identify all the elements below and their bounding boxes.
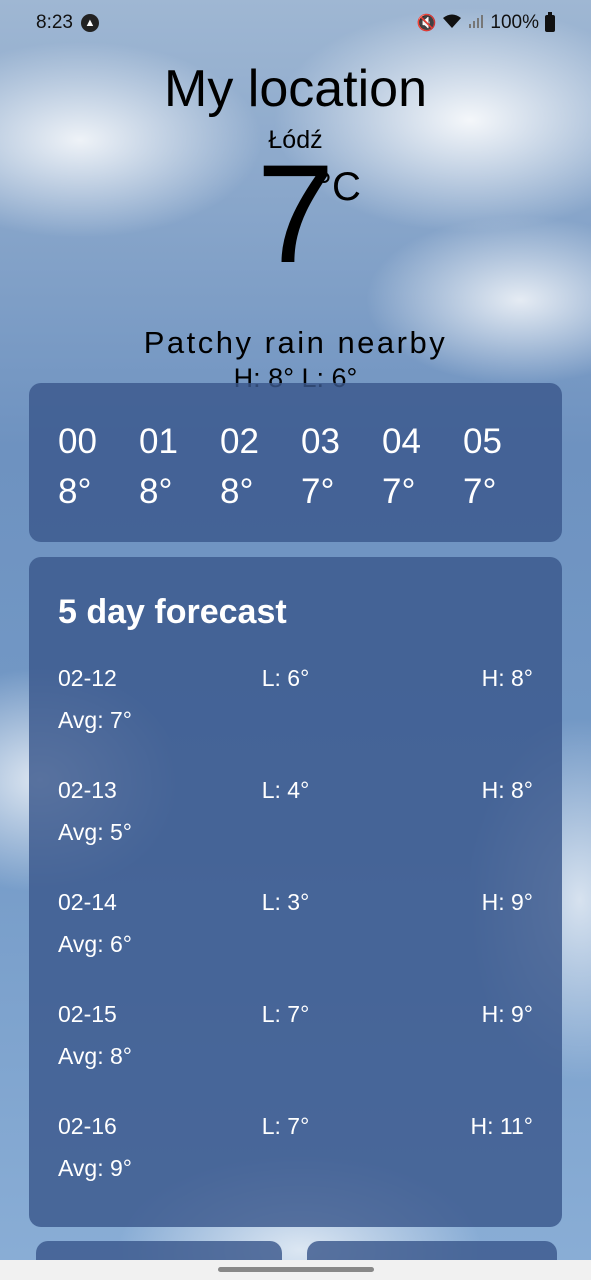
forecast-high: H: 11° xyxy=(470,1113,533,1139)
forecast-high: H: 9° xyxy=(481,889,533,915)
forecast-average: Avg: 8° xyxy=(58,1043,132,1069)
forecast-day-row: 02-14 L: 3° H: 9° xyxy=(58,889,533,931)
hour-temperature: 8° xyxy=(139,472,173,511)
forecast-date: 02-12 xyxy=(58,665,117,691)
next-card-left[interactable] xyxy=(36,1241,282,1261)
forecast-date: 02-16 xyxy=(58,1113,117,1139)
hour-item: 05 7° xyxy=(463,417,544,517)
next-card-right[interactable] xyxy=(307,1241,557,1261)
current-weather: My location Łódź 7 °C Patchy rain nearby… xyxy=(0,58,591,394)
hour-time: 03 xyxy=(301,422,340,461)
forecast-day-row: 02-12 L: 6° H: 8° xyxy=(58,665,533,707)
hour-time: 05 xyxy=(463,422,502,461)
hourly-forecast-card[interactable]: 00 8° 01 8° 02 8° 03 7° 04 7° 05 7° xyxy=(29,383,562,542)
hour-temperature: 7° xyxy=(382,472,416,511)
hour-item: 00 8° xyxy=(58,417,139,517)
battery-icon xyxy=(545,11,555,32)
hour-item: 02 8° xyxy=(220,417,301,517)
hour-time: 01 xyxy=(139,422,178,461)
mute-icon: 🔇 xyxy=(416,15,437,32)
forecast-title: 5 day forecast xyxy=(58,593,287,631)
forecast-day-row: 02-13 L: 4° H: 8° xyxy=(58,777,533,819)
five-day-forecast-card[interactable]: 5 day forecast 02-12 L: 6° H: 8° Avg: 7°… xyxy=(29,557,562,1227)
weather-condition: Patchy rain nearby xyxy=(143,325,448,360)
status-right: 🔇 100% xyxy=(416,11,555,34)
forecast-average: Avg: 7° xyxy=(58,707,132,733)
battery-percent: 100% xyxy=(490,12,539,33)
signal-icon xyxy=(468,13,484,34)
hour-item: 03 7° xyxy=(301,417,382,517)
forecast-day: 02-16 L: 7° H: 11° Avg: 9° xyxy=(58,1113,533,1225)
hour-temperature: 7° xyxy=(301,472,335,511)
forecast-low: L: 3° xyxy=(261,889,310,915)
location-title: My location xyxy=(164,60,427,118)
hour-time: 00 xyxy=(58,422,97,461)
forecast-day: 02-15 L: 7° H: 9° Avg: 8° xyxy=(58,1001,533,1113)
status-time: 8:23 xyxy=(36,12,73,33)
hour-temperature: 7° xyxy=(463,472,497,511)
forecast-day-row: 02-15 L: 7° H: 9° xyxy=(58,1001,533,1043)
app-notification-icon: ▲ xyxy=(80,14,99,32)
wifi-icon xyxy=(442,13,462,34)
forecast-date: 02-13 xyxy=(58,777,117,803)
forecast-high: H: 8° xyxy=(481,777,533,803)
forecast-low: L: 7° xyxy=(261,1113,310,1139)
hour-item: 01 8° xyxy=(139,417,220,517)
forecast-average: Avg: 5° xyxy=(58,819,132,845)
forecast-high: H: 8° xyxy=(481,665,533,691)
hour-temperature: 8° xyxy=(220,472,254,511)
forecast-low: L: 4° xyxy=(261,777,310,803)
hourly-row: 00 8° 01 8° 02 8° 03 7° 04 7° 05 7° xyxy=(58,417,562,517)
forecast-low: L: 7° xyxy=(261,1001,310,1027)
hour-time: 02 xyxy=(220,422,259,461)
forecast-day: 02-12 L: 6° H: 8° Avg: 7° xyxy=(58,665,533,777)
navigation-bar xyxy=(0,1260,591,1280)
temperature-unit: °C xyxy=(316,165,361,209)
forecast-low: L: 6° xyxy=(261,665,310,691)
status-bar: 8:23 ▲ 🔇 100% xyxy=(0,0,591,46)
forecast-high: H: 9° xyxy=(481,1001,533,1027)
forecast-day: 02-13 L: 4° H: 8° Avg: 5° xyxy=(58,777,533,889)
forecast-average: Avg: 6° xyxy=(58,931,132,957)
forecast-day-row: 02-16 L: 7° H: 11° xyxy=(58,1113,533,1155)
hour-temperature: 8° xyxy=(58,472,92,511)
home-gesture-handle[interactable] xyxy=(217,1267,374,1272)
status-left: 8:23 ▲ xyxy=(36,12,99,34)
forecast-day: 02-14 L: 3° H: 9° Avg: 6° xyxy=(58,889,533,1001)
current-temperature: 7 xyxy=(256,135,335,292)
hour-time: 04 xyxy=(382,422,421,461)
forecast-date: 02-14 xyxy=(58,889,117,915)
forecast-average: Avg: 9° xyxy=(58,1155,132,1181)
hour-item: 04 7° xyxy=(382,417,463,517)
temperature-block: 7 °C xyxy=(0,139,591,289)
forecast-date: 02-15 xyxy=(58,1001,117,1027)
